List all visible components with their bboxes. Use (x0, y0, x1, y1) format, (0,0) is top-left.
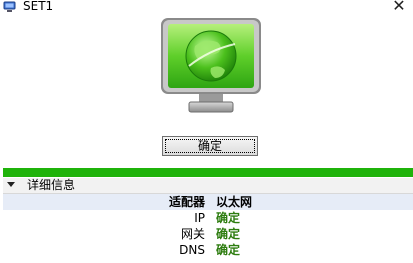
details-toggle[interactable]: 详细信息 (3, 178, 413, 194)
row-key-dns: DNS (179, 243, 205, 257)
status-bar (3, 168, 413, 177)
row-value-gateway: 确定 (216, 227, 241, 241)
close-icon[interactable]: ✕ (391, 0, 407, 14)
details-table: 适配器 以太网 IP 确定 网关 确定 DNS 确定 (3, 194, 413, 258)
table-row: 网关 确定 (3, 226, 413, 242)
header-value: 以太网 (216, 195, 253, 209)
header-key: 适配器 (168, 195, 205, 209)
row-value-ip: 确定 (216, 211, 241, 225)
row-value-dns: 确定 (216, 243, 241, 257)
row-key-gateway: 网关 (180, 227, 205, 241)
table-header-row: 适配器 以太网 (3, 194, 413, 210)
title-bar: SET1 ✕ (0, 0, 413, 14)
details-title: 详细信息 (27, 178, 76, 192)
table-row: IP 确定 (3, 210, 413, 226)
row-key-ip: IP (194, 211, 205, 225)
table-row: DNS 确定 (3, 242, 413, 258)
collapse-arrow-icon (7, 182, 15, 187)
app-icon (3, 1, 16, 12)
confirm-button[interactable]: 确定 (162, 136, 258, 156)
monitor-globe-icon (161, 18, 261, 113)
window-title: SET1 (23, 0, 54, 13)
